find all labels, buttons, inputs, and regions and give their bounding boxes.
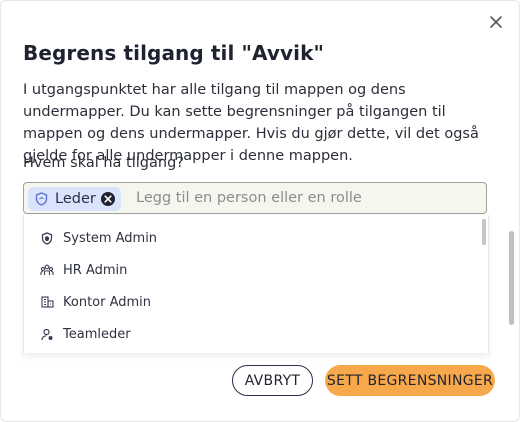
dialog-scrollbar[interactable] bbox=[509, 231, 514, 325]
dropdown-option-label: Teamleder bbox=[63, 326, 131, 342]
dropdown-option-label: Kontor Admin bbox=[63, 294, 152, 310]
people-icon bbox=[40, 263, 54, 277]
person-or-role-search-input[interactable] bbox=[136, 187, 476, 209]
access-tag-input[interactable]: Leder bbox=[23, 182, 487, 214]
cancel-button[interactable]: AVBRYT bbox=[232, 365, 313, 396]
role-suggestions-dropdown: System Admin HR Admin Kontor Admin Teaml… bbox=[23, 215, 489, 353]
building-icon bbox=[40, 295, 54, 309]
shield-icon bbox=[40, 231, 54, 245]
dropdown-option-system-admin[interactable]: System Admin bbox=[24, 223, 482, 253]
access-question-label: Hvem skal ha tilgang? bbox=[23, 155, 184, 171]
restrict-access-dialog: Begrens tilgang til "Avvik" I utgangspun… bbox=[0, 0, 520, 422]
close-button[interactable] bbox=[487, 13, 505, 31]
dropdown-option-label: HR Admin bbox=[63, 262, 128, 278]
dropdown-option-hr-admin[interactable]: HR Admin bbox=[24, 255, 482, 285]
dropdown-option-teamleder[interactable]: Teamleder bbox=[24, 319, 482, 349]
dropdown-scrollbar[interactable] bbox=[482, 219, 486, 245]
dialog-title: Begrens tilgang til "Avvik" bbox=[23, 41, 325, 65]
set-restrictions-button[interactable]: SETT BEGRENSNINGER bbox=[325, 365, 495, 396]
dropdown-option-label: System Admin bbox=[63, 230, 158, 246]
shield-icon bbox=[35, 192, 49, 206]
dropdown-option-kontor-admin[interactable]: Kontor Admin bbox=[24, 287, 482, 317]
dialog-description: I utgangspunktet har alle tilgang til ma… bbox=[23, 82, 479, 164]
user-badge-icon bbox=[40, 327, 54, 341]
selected-tag-label: Leder bbox=[55, 191, 96, 207]
selected-tag-leder: Leder bbox=[28, 187, 121, 211]
remove-icon[interactable] bbox=[104, 195, 112, 203]
close-icon[interactable] bbox=[489, 15, 503, 29]
remove-tag-button[interactable] bbox=[101, 192, 115, 206]
